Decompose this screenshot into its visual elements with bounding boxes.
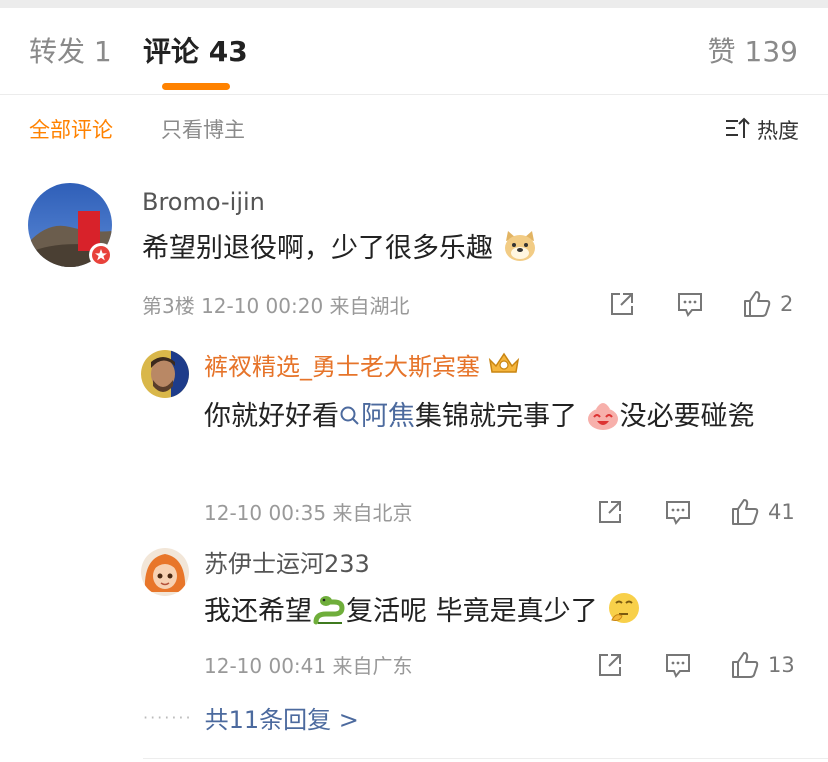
thumbs-up-icon xyxy=(732,499,759,525)
comment-icon xyxy=(678,293,702,317)
filter-all-comments[interactable]: 全部评论 xyxy=(29,115,113,145)
reply-author-name[interactable]: 裤衩精选_勇士老大斯宾塞 xyxy=(204,350,522,384)
divider xyxy=(143,758,828,759)
search-icon xyxy=(339,401,361,432)
thumbs-up-icon xyxy=(732,652,759,678)
like-button[interactable]: 2 xyxy=(742,289,793,319)
more-replies-row: ······· 共11条回复 > xyxy=(143,700,359,735)
share-icon xyxy=(599,501,621,523)
avatar[interactable] xyxy=(141,350,189,398)
sort-by-heat-button[interactable]: 热度 xyxy=(725,115,799,145)
share-button[interactable] xyxy=(608,290,636,318)
reply-button[interactable] xyxy=(664,651,692,679)
like-button[interactable]: 13 xyxy=(730,650,795,680)
reply-meta: 12-10 00:41 来自广东 xyxy=(204,654,413,678)
share-button[interactable] xyxy=(596,651,624,679)
comment-meta: 第3楼 12-10 00:20 来自湖北 xyxy=(142,294,410,318)
comment-filter-bar: 全部评论 只看博主 热度 xyxy=(0,95,828,165)
laughing-emoji-icon xyxy=(586,397,620,446)
tab-comments[interactable]: 评论 43 xyxy=(143,34,248,70)
share-icon xyxy=(611,293,633,315)
comment-text: 希望别退役啊，少了很多乐趣 xyxy=(142,228,782,276)
avatar[interactable] xyxy=(141,548,189,596)
sort-label: 热度 xyxy=(757,119,799,143)
filter-author-only[interactable]: 只看博主 xyxy=(161,115,245,145)
comment-author-name[interactable]: Bromo-ijin xyxy=(142,186,265,218)
verified-badge-icon xyxy=(89,243,113,267)
like-count: 2 xyxy=(780,292,794,316)
reply-text: 你就好好看 阿焦集锦就完事了 没必要碰瓷 xyxy=(204,394,804,446)
doge-emoji-icon xyxy=(502,229,538,276)
thinking-emoji-icon xyxy=(606,590,642,639)
like-button[interactable]: 41 xyxy=(730,497,795,527)
snake-emoji-icon xyxy=(312,592,346,639)
tab-repost[interactable]: 转发 1 xyxy=(29,34,112,70)
like-count: 41 xyxy=(768,500,795,524)
comment-text-content: 希望别退役啊，少了很多乐趣 xyxy=(142,233,493,264)
reply-text: 我还希望 复活呢 毕竟是真少了 xyxy=(204,590,804,639)
sort-icon xyxy=(725,116,751,145)
view-all-replies-link[interactable]: 共11条回复 > xyxy=(205,700,359,735)
crown-badge-icon xyxy=(486,350,522,384)
share-button[interactable] xyxy=(596,498,624,526)
share-icon xyxy=(599,654,621,676)
comment-icon xyxy=(666,654,690,678)
tab-likes[interactable]: 赞 139 xyxy=(708,34,798,70)
top-divider-bar xyxy=(0,0,828,8)
comment-icon xyxy=(666,501,690,525)
reply-button[interactable] xyxy=(676,290,704,318)
reply-button[interactable] xyxy=(664,498,692,526)
like-count: 13 xyxy=(768,653,795,677)
active-tab-indicator xyxy=(162,83,230,90)
reply-author-name[interactable]: 苏伊士运河233 xyxy=(204,548,370,580)
thumbs-up-icon xyxy=(744,291,771,317)
reply-meta: 12-10 00:35 来自北京 xyxy=(204,501,413,525)
tab-bar: 转发 1 评论 43 赞 139 xyxy=(0,8,828,95)
dotted-divider: ······· xyxy=(143,708,193,727)
topic-link[interactable]: 阿焦 xyxy=(339,401,415,432)
